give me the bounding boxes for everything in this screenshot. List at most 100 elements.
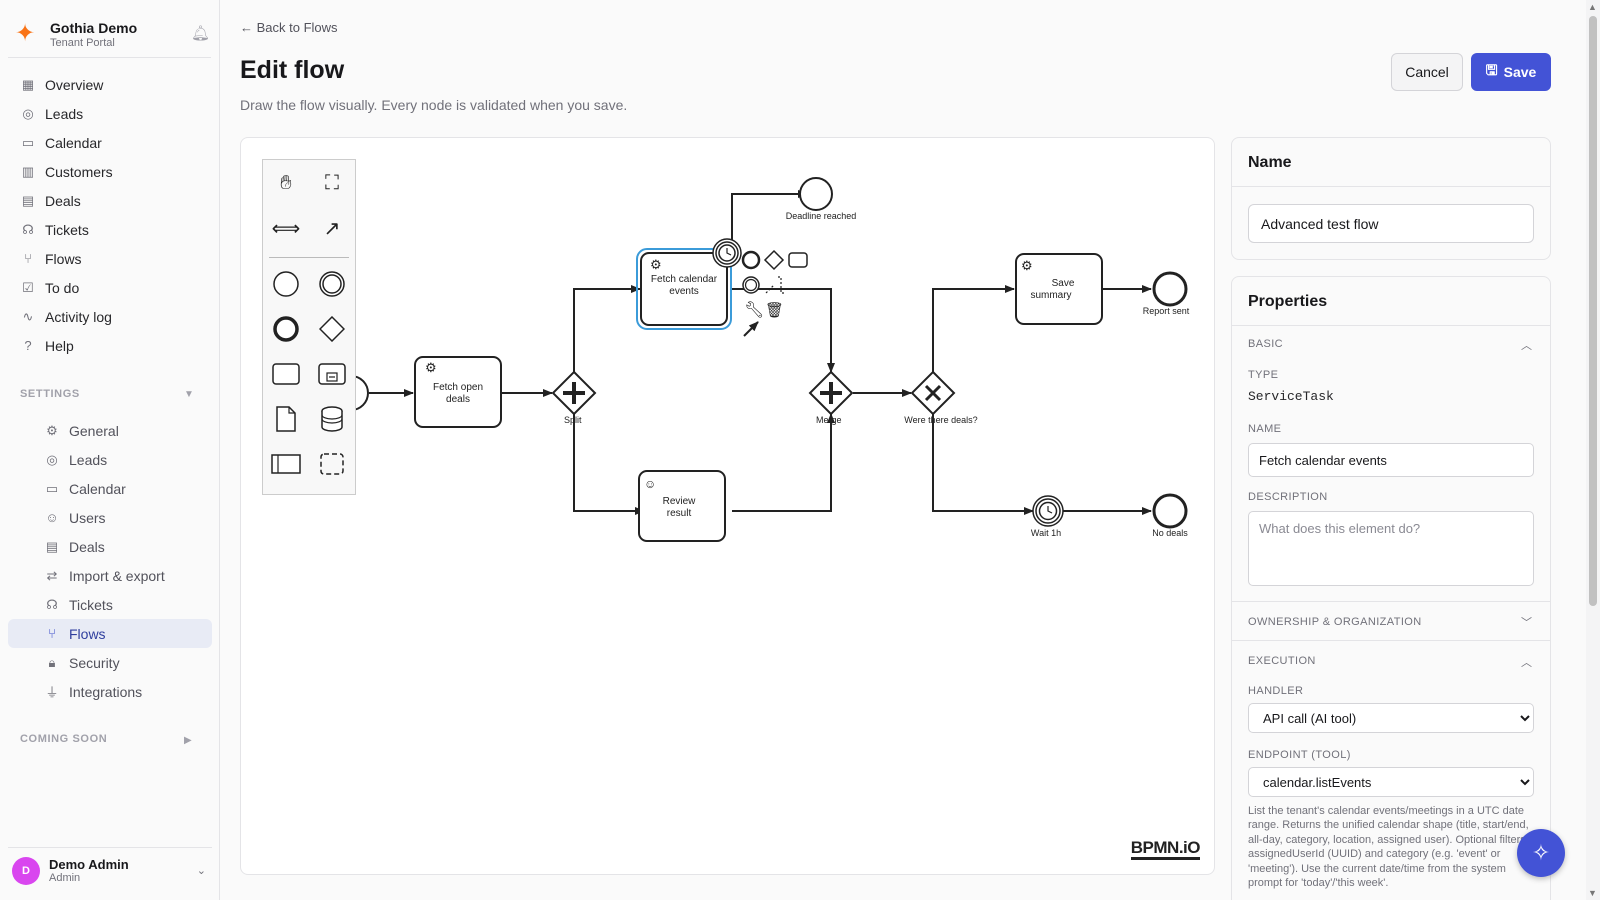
settings-item-tickets[interactable]: ☊ Tickets	[8, 590, 212, 619]
coming-soon-section-label[interactable]: COMING SOON	[20, 733, 107, 745]
gear-icon: ⚙	[650, 257, 662, 272]
subprocess-tool-icon[interactable]	[315, 357, 349, 391]
target-icon: ◎	[46, 451, 58, 467]
append-end-event-icon[interactable]	[741, 250, 761, 270]
settings-item-calendar[interactable]: ▭ Calendar	[8, 474, 212, 503]
scroll-thumb[interactable]	[1589, 16, 1597, 606]
briefcase-icon: ▤	[21, 192, 35, 208]
task-label-line: result	[667, 508, 692, 519]
text-annotation-icon[interactable]	[765, 276, 784, 294]
handler-select[interactable]: API call (AI tool)	[1248, 703, 1534, 733]
intermediate-event-tool-icon[interactable]	[315, 267, 349, 301]
data-store-tool-icon[interactable]	[315, 402, 349, 436]
sequence-flow[interactable]	[932, 414, 1034, 515]
brand[interactable]: ✦ Gothia Demo Tenant Portal 🔔︎	[12, 14, 212, 54]
settings-item-general[interactable]: ⚙ General	[8, 416, 212, 445]
sequence-flow[interactable]	[573, 285, 641, 372]
gear-icon: ⚙	[425, 360, 437, 375]
handler-label: HANDLER	[1248, 685, 1304, 697]
group-tool-icon[interactable]	[315, 447, 349, 481]
bell-icon[interactable]: 🔔︎	[191, 24, 210, 42]
element-name-input[interactable]	[1248, 443, 1534, 477]
sidebar-item-tickets[interactable]: ☊ Tickets	[8, 215, 212, 244]
section-basic[interactable]: BASIC	[1248, 338, 1283, 350]
task-label-line: Fetch calendar	[651, 274, 718, 285]
append-task-icon[interactable]	[788, 252, 808, 268]
end-event-report-sent[interactable]	[1152, 271, 1188, 307]
settings-nav: ⚙ General ◎ Leads ▭ Calendar ☺ Users ▤ Deals …	[8, 416, 212, 706]
checkbox-icon: ☑	[22, 279, 34, 295]
gateway-label: Split	[564, 415, 582, 425]
gateway-tool-icon[interactable]	[315, 312, 349, 346]
pool-tool-icon[interactable]	[269, 447, 303, 481]
bpmn-canvas[interactable]: ⚙ Fetch open deals Split ⚙ Fetch calendar…	[240, 137, 1215, 875]
sidebar-item-calendar[interactable]: ▭ Calendar	[8, 128, 212, 157]
element-description-input[interactable]	[1248, 511, 1534, 586]
ai-assistant-button[interactable]: ✧	[1517, 829, 1565, 877]
start-event-tool-icon[interactable]	[269, 267, 303, 301]
chevron-up-icon[interactable]: ︿	[1521, 337, 1532, 353]
sidebar-item-help[interactable]: ? Help	[8, 331, 212, 360]
divider	[1232, 601, 1550, 602]
sequence-flow[interactable]	[573, 414, 645, 515]
user-menu[interactable]: D Demo Admin Admin ⌄	[8, 847, 212, 893]
event-label: Wait 1h	[1031, 528, 1061, 538]
headset-icon: ☊	[22, 221, 34, 237]
sidebar-item-deals[interactable]: ▤ Deals	[8, 186, 212, 215]
section-execution[interactable]: EXECUTION	[1248, 655, 1316, 667]
event-label: Deadline reached	[786, 211, 857, 221]
chevron-down-icon[interactable]: ﹀	[1521, 614, 1532, 630]
settings-item-deals[interactable]: ▤ Deals	[8, 532, 212, 561]
sidebar-item-leads[interactable]: ◎ Leads	[8, 99, 212, 128]
endpoint-select[interactable]: calendar.listEvents	[1248, 767, 1534, 797]
settings-section-label[interactable]: SETTINGS	[20, 388, 80, 400]
back-to-flows-link[interactable]: ← Back to Flows	[240, 20, 338, 35]
gateway-label: Were there deals?	[904, 415, 977, 425]
scroll-down-arrow-icon[interactable]: ▼	[1588, 888, 1597, 898]
lasso-tool-icon[interactable]: ⛶	[315, 166, 349, 200]
sequence-flow[interactable]	[732, 413, 835, 512]
space-tool-icon[interactable]: ⟺	[269, 211, 303, 245]
settings-item-users[interactable]: ☺ Users	[8, 503, 212, 532]
trash-icon[interactable]: 🗑︎	[765, 302, 784, 319]
cancel-button[interactable]: Cancel	[1391, 53, 1463, 91]
pool-shape	[271, 454, 301, 474]
hand-tool-icon[interactable]: ✋︎	[269, 166, 303, 200]
sidebar-item-todo[interactable]: ☑ To do	[8, 273, 212, 302]
plug-icon: ⏚	[45, 685, 59, 700]
arrows-icon: ⇄	[46, 567, 58, 583]
section-ownership[interactable]: OWNERSHIP & ORGANIZATION	[1248, 616, 1422, 628]
settings-item-leads[interactable]: ◎ Leads	[8, 445, 212, 474]
page-scrollbar[interactable]: ▲ ▼	[1586, 0, 1600, 900]
data-object-tool-icon[interactable]	[269, 402, 303, 436]
append-gateway-icon[interactable]	[763, 249, 785, 271]
bpmn-io-logo[interactable]: BPMN.iO	[1130, 839, 1201, 860]
wrench-icon[interactable]: 🔧︎	[744, 301, 764, 319]
scroll-up-arrow-icon[interactable]: ▲	[1588, 2, 1597, 12]
calendar-icon: ▭	[45, 480, 59, 496]
sidebar-item-overview[interactable]: ▦ Overview	[8, 70, 212, 99]
chevron-up-icon[interactable]: ︿	[1521, 654, 1532, 670]
lock-icon: 🔒︎	[48, 654, 56, 670]
settings-item-import-export[interactable]: ⇄ Import & export	[8, 561, 212, 590]
end-event-tool-icon[interactable]	[269, 312, 303, 346]
connect-arrow-icon[interactable]	[743, 321, 759, 337]
settings-item-integrations[interactable]: ⏚ Integrations	[8, 677, 212, 706]
chevron-right-icon[interactable]: ▶	[184, 735, 192, 746]
end-event-no-deals[interactable]	[1152, 493, 1188, 529]
connect-tool-icon[interactable]: ↗	[315, 211, 349, 245]
brand-subtitle: Tenant Portal	[50, 36, 115, 49]
chevron-down-icon[interactable]: ▼	[184, 389, 194, 400]
help-icon: ?	[24, 338, 32, 353]
flow-name-input[interactable]	[1248, 204, 1534, 243]
gear-icon: ⚙	[46, 422, 58, 438]
sidebar-item-flows[interactable]: ⑂ Flows	[8, 244, 212, 273]
sidebar-item-customers[interactable]: ▥ Customers	[8, 157, 212, 186]
sidebar-item-activity-log[interactable]: ∿ Activity log	[8, 302, 212, 331]
settings-item-flows[interactable]: ⑂ Flows	[8, 619, 212, 648]
sequence-flow[interactable]	[932, 285, 1015, 372]
task-tool-icon[interactable]	[269, 357, 303, 391]
end-event-deadline-reached[interactable]	[799, 177, 833, 211]
save-button[interactable]: 🖫 Save	[1471, 53, 1551, 91]
settings-item-security[interactable]: 🔒︎ Security	[8, 648, 212, 677]
